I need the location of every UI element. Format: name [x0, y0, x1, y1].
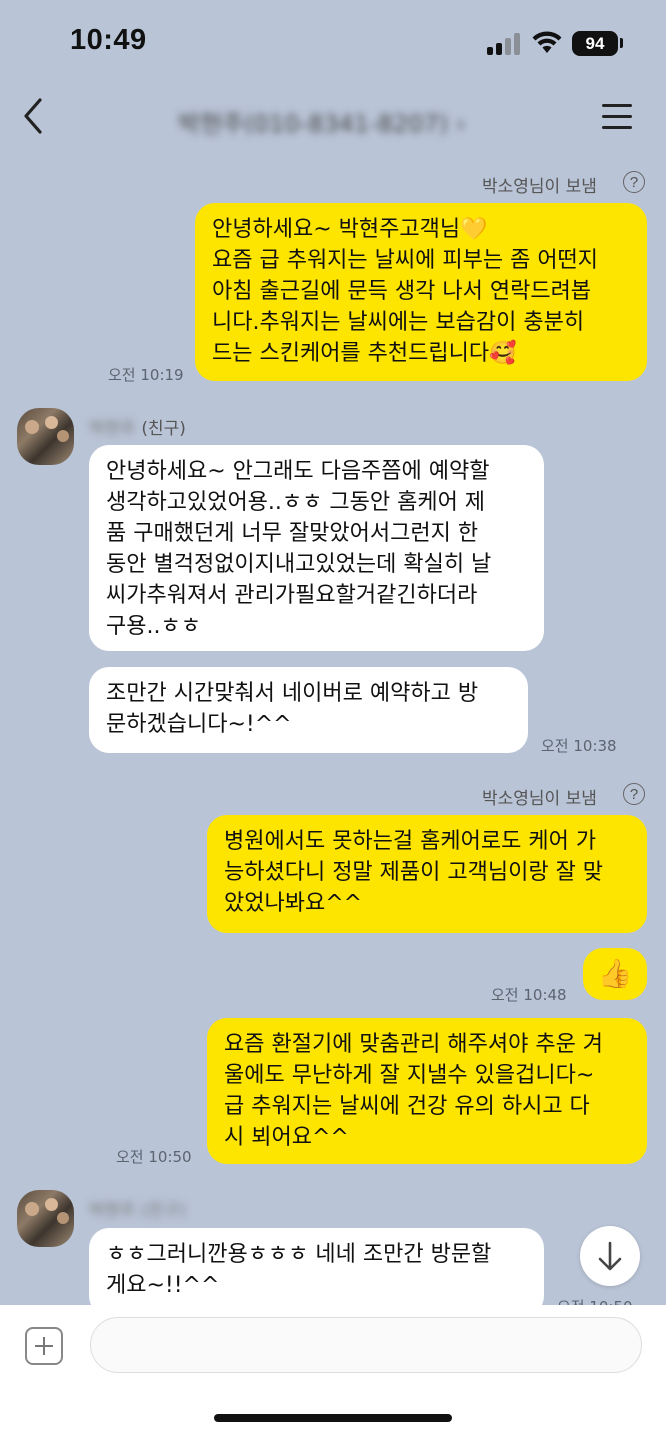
friend-message-bubble[interactable]: 안녕하세요~ 안그래도 다음주쯤에 예약할 생각하고있었어용..ㅎㅎ 그동안 홈…	[89, 445, 544, 651]
help-icon[interactable]: ?	[623, 783, 645, 805]
my-message-bubble[interactable]: 안녕하세요~ 박현주고객님💛 요즘 급 추워지는 날씨에 피부는 좀 어떤지 아…	[195, 203, 647, 381]
message-timestamp: 오전 10:38	[541, 737, 617, 755]
friend-name: 박현주 (친구)	[89, 419, 186, 439]
my-message-bubble[interactable]: 병원에서도 못하는걸 홈케어로도 케어 가 능하셨다니 정말 제품이 고객님이랑…	[207, 815, 647, 933]
friend-avatar[interactable]	[17, 408, 74, 465]
status-time: 10:49	[70, 24, 147, 56]
message-input[interactable]	[90, 1317, 642, 1373]
plus-icon[interactable]	[25, 1327, 63, 1365]
help-icon[interactable]: ?	[623, 171, 645, 193]
chat-header: 박현주(010-8341-8207) ›	[0, 88, 666, 150]
message-timestamp: 오전 10:50	[116, 1148, 192, 1166]
back-icon[interactable]	[16, 94, 52, 138]
friend-avatar[interactable]	[17, 1190, 74, 1247]
emoji-message-bubble[interactable]: 👍	[583, 948, 647, 1000]
home-indicator	[214, 1414, 452, 1422]
message-timestamp: 오전 10:19	[108, 366, 184, 384]
friend-name: 박현주 (친구)	[89, 1201, 186, 1221]
sent-by-label: 박소영님이 보냄	[482, 789, 597, 809]
chat-title[interactable]: 박현주(010-8341-8207) ›	[178, 104, 465, 139]
friend-message-bubble[interactable]: ㅎㅎ그러니깐용ㅎㅎㅎ 네네 조만간 방문할 게요~!!^^	[89, 1228, 544, 1316]
sent-by-label: 박소영님이 보냄	[482, 177, 597, 197]
my-message-bubble[interactable]: 요즘 환절기에 맞춤관리 해주셔야 추운 겨 울에도 무난하게 잘 지낼수 있을…	[207, 1018, 647, 1164]
scroll-down-icon[interactable]	[580, 1226, 640, 1286]
battery-icon: 94	[572, 31, 618, 56]
friend-message-bubble[interactable]: 조만간 시간맞춰서 네이버로 예약하고 방 문하겠습니다~!^^	[89, 667, 528, 753]
input-bar	[0, 1305, 666, 1440]
cellular-signal-icon	[487, 31, 521, 55]
message-timestamp: 오전 10:48	[491, 986, 567, 1004]
status-bar: 10:49 94	[0, 0, 666, 88]
menu-icon[interactable]	[602, 104, 632, 130]
wifi-icon	[532, 31, 562, 53]
battery-tip	[620, 38, 623, 48]
